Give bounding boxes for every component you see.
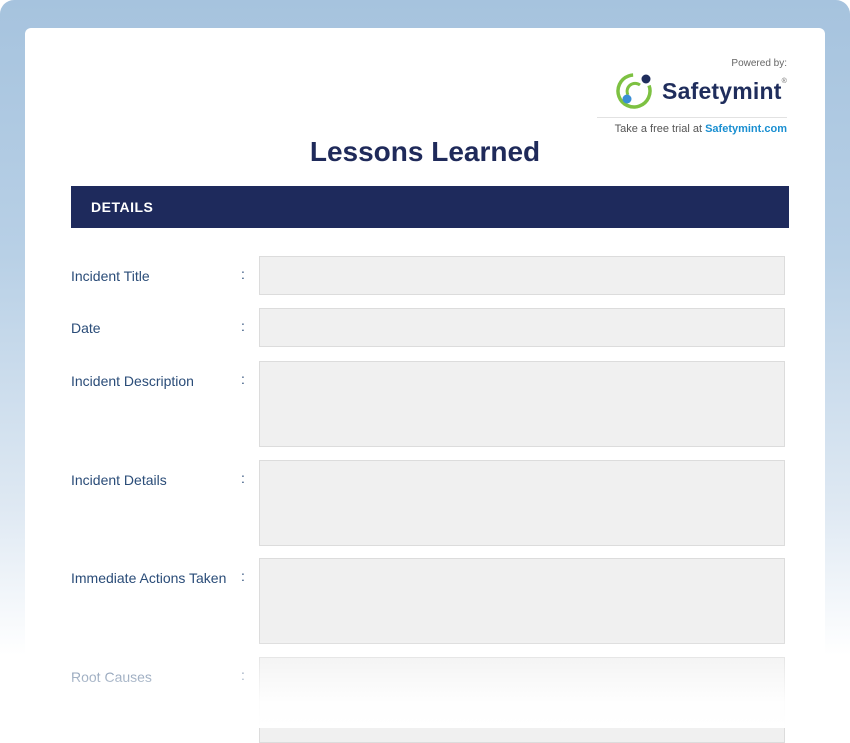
powered-by-label: Powered by: (731, 58, 787, 69)
field-label: Immediate Actions Taken (71, 570, 227, 586)
field-label: Root Causes (71, 669, 152, 685)
brand-logo[interactable]: Safetymint® (597, 71, 787, 118)
page-title: Lessons Learned (309, 136, 541, 167)
field-separator: : (241, 318, 245, 334)
trial-link[interactable]: Safetymint.com (705, 123, 787, 135)
incident-description-textarea[interactable] (259, 361, 785, 447)
root-causes-textarea[interactable] (259, 657, 785, 743)
incident-details-textarea[interactable] (259, 460, 785, 546)
field-label: Incident Title (71, 268, 150, 284)
section-title: DETAILS (91, 199, 154, 215)
field-separator: : (241, 667, 245, 683)
field-label: Incident Details (71, 472, 167, 488)
date-input[interactable] (259, 308, 785, 347)
immediate-actions-textarea[interactable] (259, 558, 785, 644)
field-separator: : (241, 470, 245, 486)
field-label: Date (71, 320, 101, 336)
document-card: Powered by: Safetymint® Take a free tria… (25, 28, 825, 743)
field-separator: : (241, 568, 245, 584)
brand-name-text: Safetymint (662, 77, 782, 104)
registered-mark: ® (781, 77, 787, 85)
field-separator: : (241, 371, 245, 387)
safetymint-logo-icon (616, 73, 652, 109)
brand-block: Powered by: Safetymint® Take a free tria… (597, 58, 787, 135)
brand-name: Safetymint® (662, 78, 787, 105)
field-label: Incident Description (71, 373, 194, 389)
incident-title-input[interactable] (259, 256, 785, 295)
trial-text: Take a free trial at Safetymint.com (597, 123, 787, 135)
trial-prefix: Take a free trial at (614, 123, 706, 135)
field-separator: : (241, 266, 245, 282)
section-header-details: DETAILS (71, 186, 789, 228)
